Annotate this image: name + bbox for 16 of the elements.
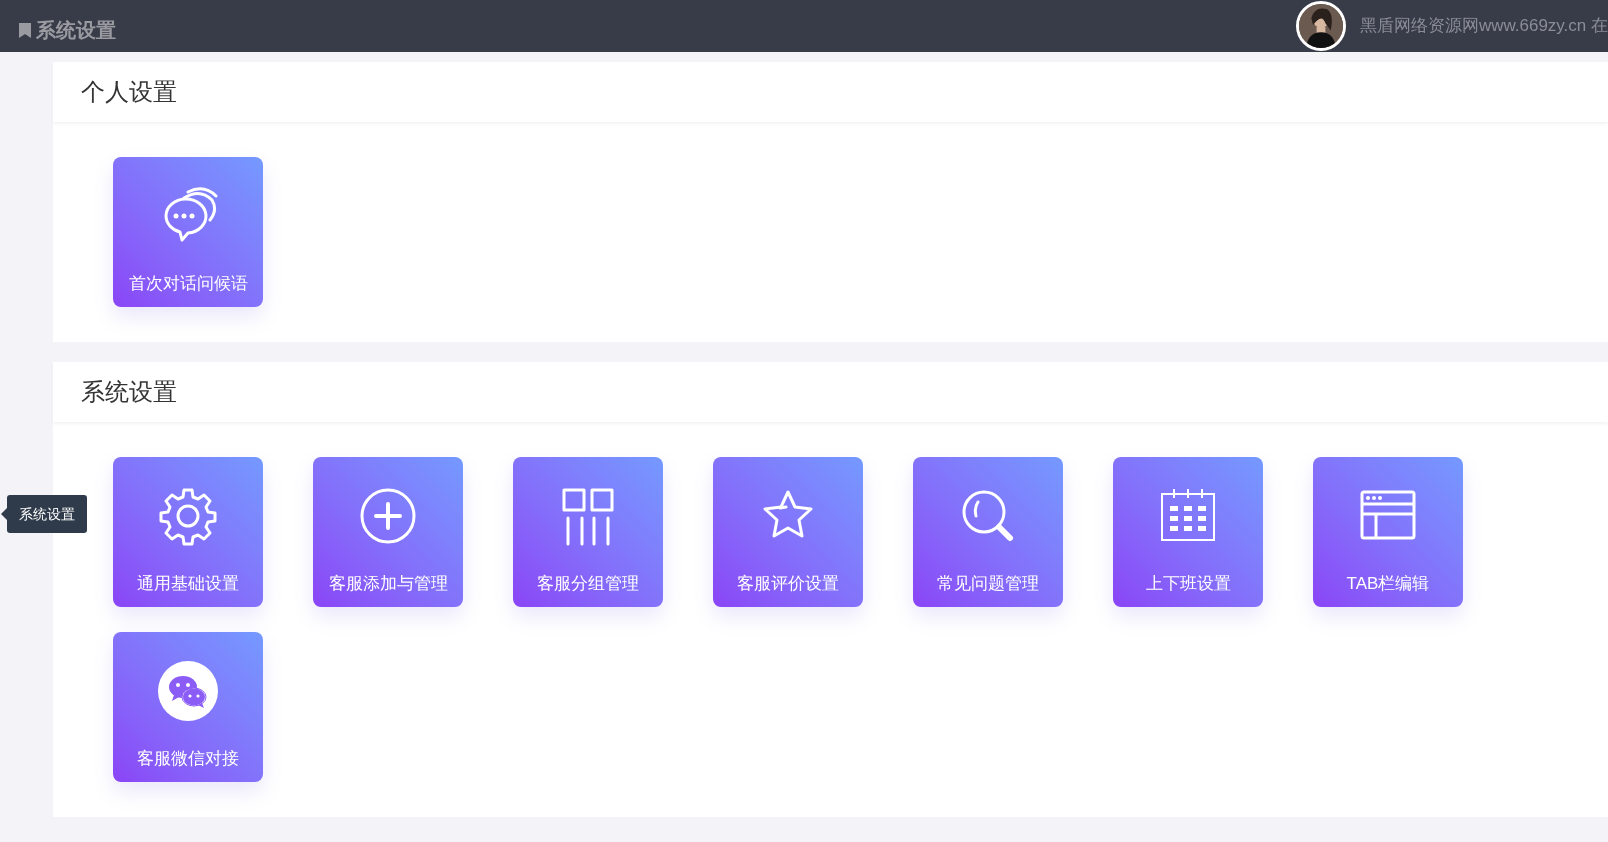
tooltip: 系统设置 (7, 495, 87, 533)
settings-tile[interactable]: 客服添加与管理 (313, 457, 463, 607)
user-name[interactable]: 黑盾网络资源网www.669zy.cn 在 (1359, 13, 1608, 39)
settings-tile[interactable]: 客服分组管理 (513, 457, 663, 607)
section-title: 系统设置 (81, 377, 177, 407)
wechat-icon (157, 660, 219, 722)
settings-tile[interactable]: TAB栏编辑 (1313, 457, 1463, 607)
bookmark-icon (18, 21, 32, 39)
section-title: 个人设置 (81, 77, 177, 107)
page-title: 系统设置 (36, 18, 116, 43)
settings-tile[interactable]: 客服微信对接 (113, 632, 263, 782)
settings-tile[interactable]: 上下班设置 (1113, 457, 1263, 607)
settings-tile[interactable]: 通用基础设置 (113, 457, 263, 607)
settings-tile[interactable]: 常见问题管理 (913, 457, 1063, 607)
settings-tile[interactable]: 客服评价设置 (713, 457, 863, 607)
settings-tile[interactable]: 首次对话问候语 (113, 157, 263, 307)
